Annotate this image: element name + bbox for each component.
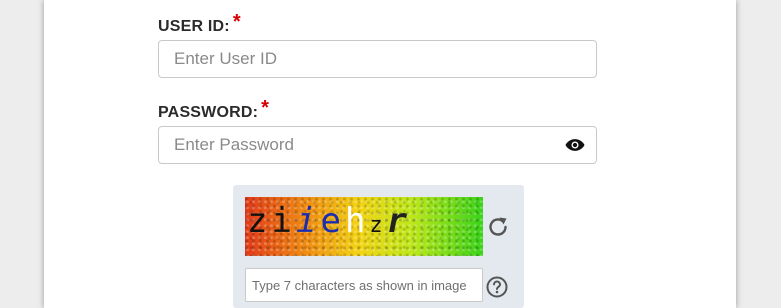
captcha-image: ziiehzr: [245, 197, 483, 256]
password-field[interactable]: [158, 126, 597, 164]
captcha-panel: ziiehzr: [233, 185, 524, 308]
password-input[interactable]: [159, 127, 554, 163]
required-asterisk: *: [261, 97, 270, 119]
captcha-field[interactable]: [245, 268, 483, 302]
refresh-icon[interactable]: [485, 214, 511, 240]
captcha-char: z: [369, 213, 387, 238]
captcha-char: e: [320, 201, 345, 241]
login-page: USER ID:* PASSWORD:* ziiehzr: [0, 0, 781, 308]
user-id-label: USER ID: *: [158, 11, 241, 37]
captcha-char: i: [271, 201, 296, 241]
question-circle-icon[interactable]: [486, 276, 508, 298]
user-id-label-text: USER ID:: [158, 18, 230, 35]
eye-icon[interactable]: [565, 138, 585, 152]
user-id-field[interactable]: [158, 40, 597, 78]
captcha-char: r: [386, 201, 412, 241]
captcha-input[interactable]: [246, 269, 482, 301]
captcha-char: i: [295, 201, 321, 241]
captcha-char: h: [344, 201, 370, 241]
password-label-text: PASSWORD:: [158, 104, 259, 121]
password-label: PASSWORD: *: [158, 97, 270, 123]
captcha-char: z: [247, 201, 272, 241]
user-id-input[interactable]: [159, 41, 554, 77]
captcha-characters: ziiehzr: [247, 201, 411, 241]
required-asterisk: *: [232, 11, 241, 33]
